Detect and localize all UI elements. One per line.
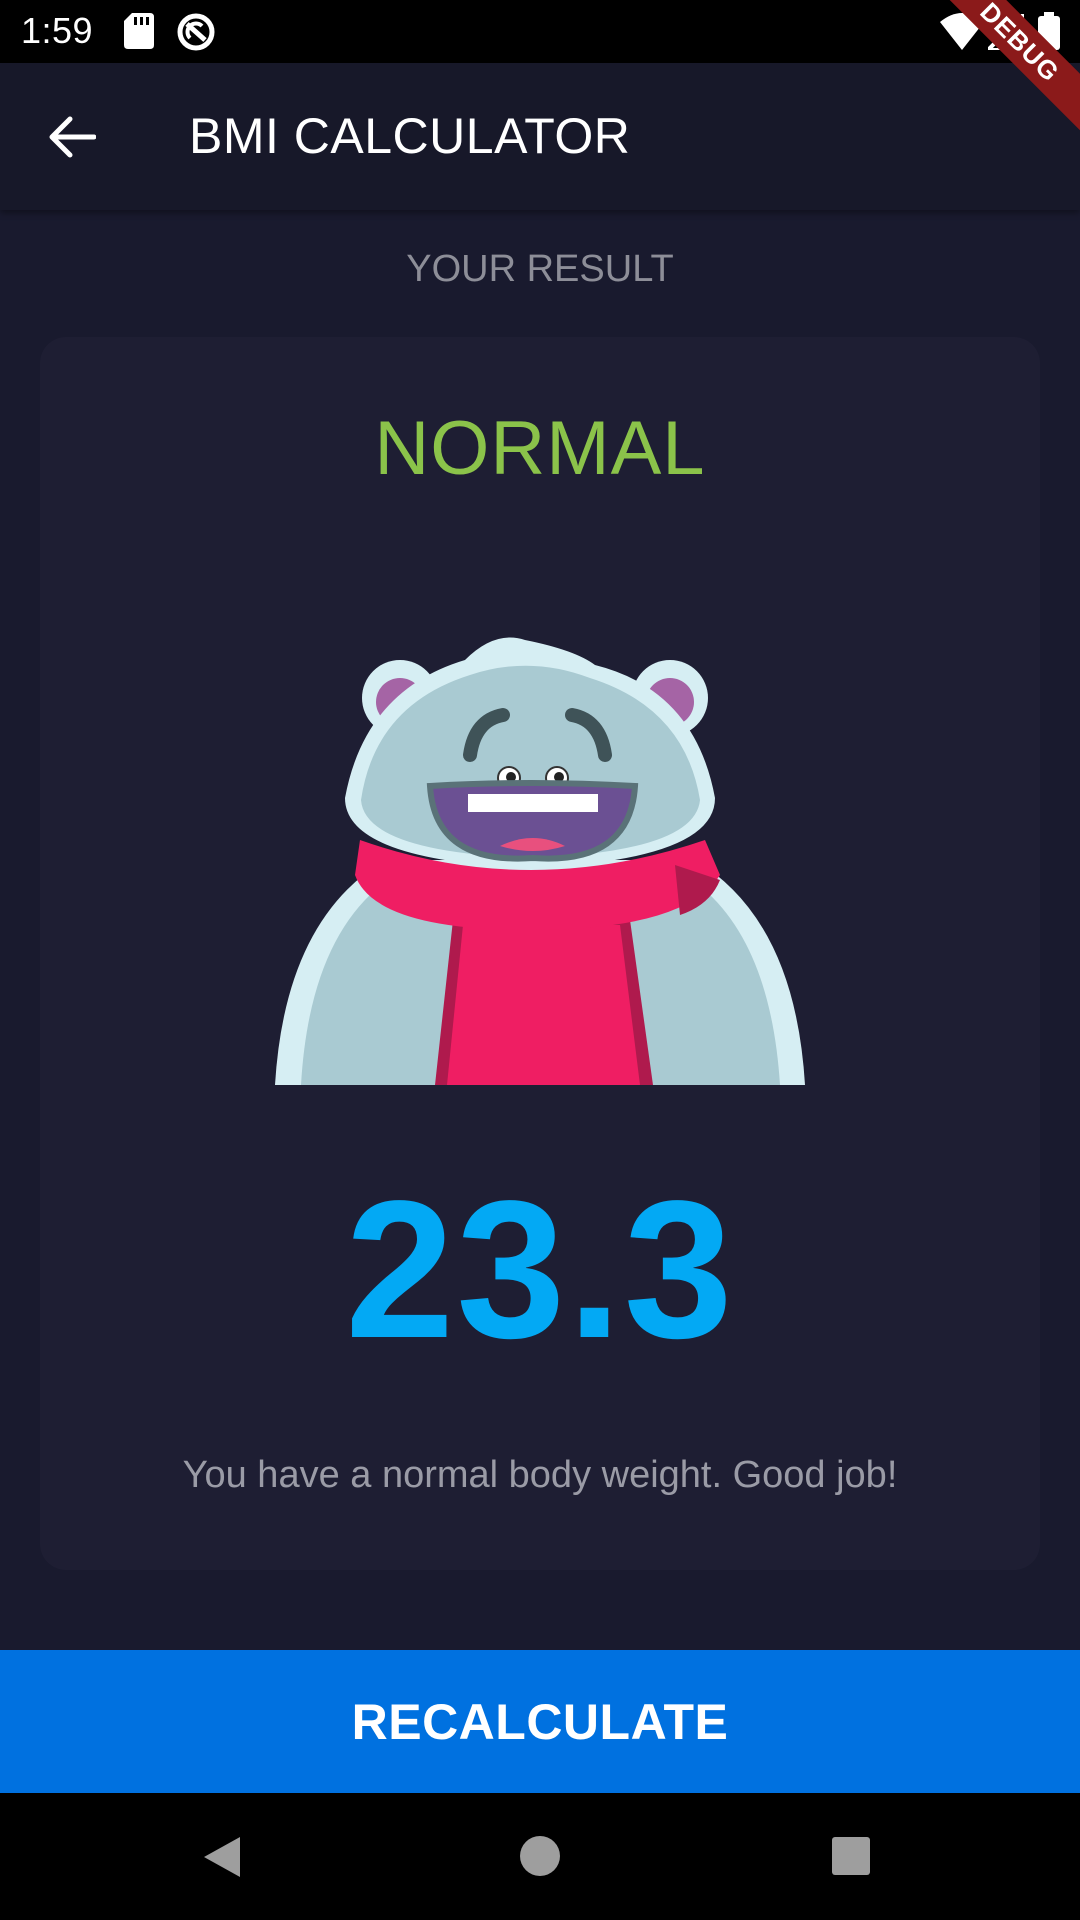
back-button[interactable] <box>34 105 110 169</box>
system-nav-bar <box>0 1793 1080 1920</box>
page-title: BMI CALCULATOR <box>189 108 631 164</box>
status-time: 1:59 <box>21 10 94 51</box>
bmi-value: 23.3 <box>345 1160 735 1379</box>
sync-icon <box>177 13 215 51</box>
nav-recent-apps-icon[interactable] <box>830 1835 872 1877</box>
result-heading: YOUR RESULT <box>406 248 674 290</box>
recalculate-label: RECALCULATE <box>351 1693 729 1750</box>
nav-back-icon[interactable] <box>200 1833 248 1881</box>
recalculate-button[interactable]: RECALCULATE <box>0 1650 1080 1793</box>
result-message: You have a normal body weight. Good job! <box>182 1454 898 1496</box>
status-bar: 1:59 <box>0 0 1080 63</box>
app-bar: BMI CALCULATOR <box>0 63 1080 210</box>
sd-card-icon <box>124 13 154 49</box>
result-status: NORMAL <box>374 406 706 491</box>
bear-mascot <box>275 637 805 1085</box>
nav-home-icon[interactable] <box>517 1833 563 1879</box>
arrow-left-icon <box>49 116 96 158</box>
result-card: NORMAL 23.3 You have a normal body weigh… <box>40 337 1040 1570</box>
screen: 1:59 DEBUG BMI CALCULATOR YOUR RESULT NO… <box>0 0 1080 1920</box>
